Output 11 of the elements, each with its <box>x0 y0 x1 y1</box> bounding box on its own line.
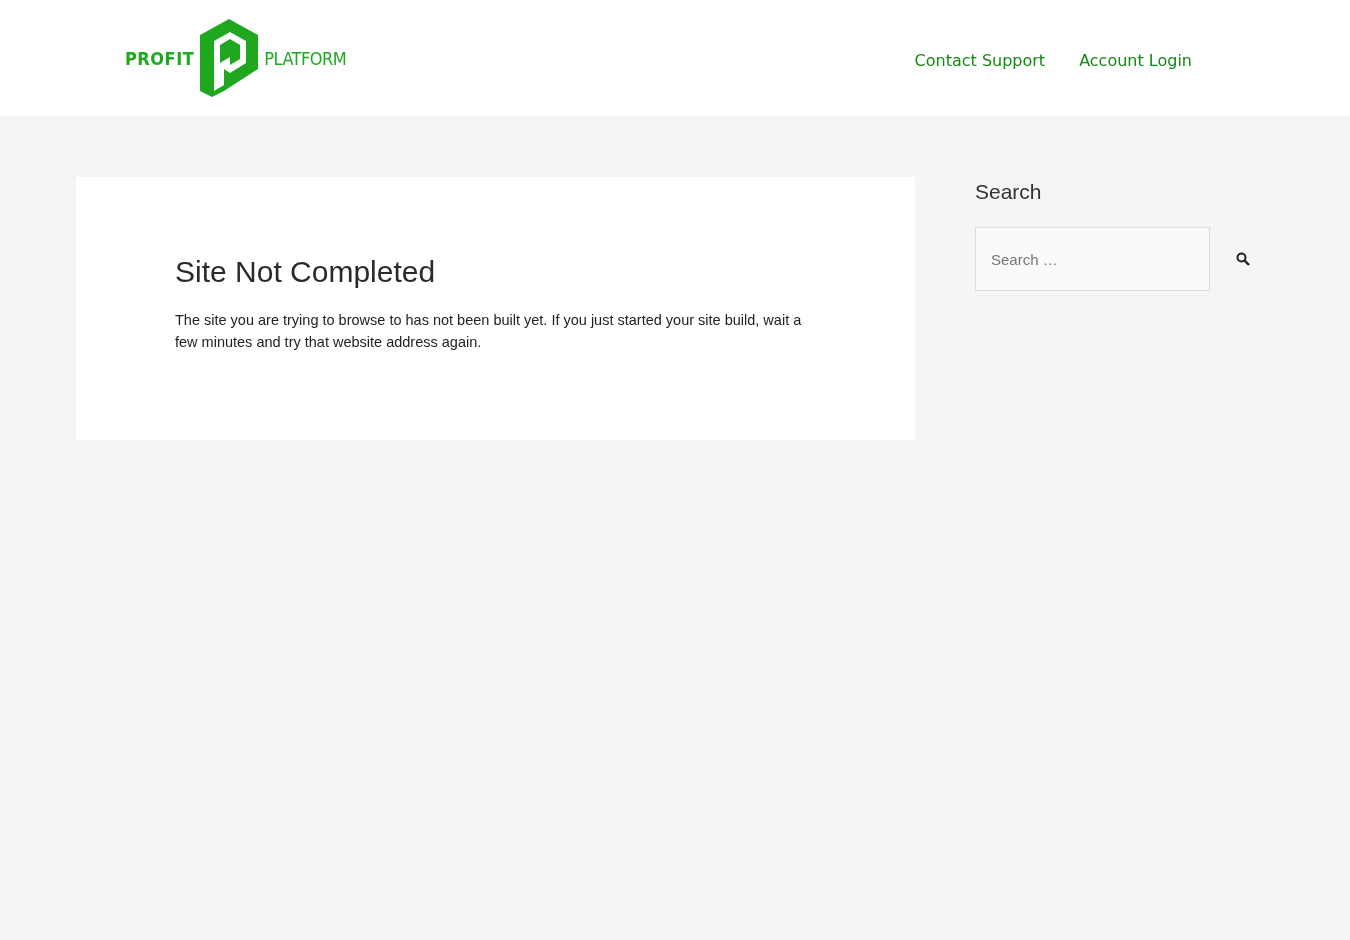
nav-link[interactable]: Contact Support <box>914 50 1046 70</box>
search-button[interactable] <box>1236 252 1250 266</box>
search-icon <box>1236 252 1250 266</box>
logo-icon <box>200 19 259 97</box>
logo-text: PROFIT <box>125 47 195 69</box>
logo-text: PLATFORM <box>264 47 347 69</box>
page-title: Site Not Completed <box>175 255 437 289</box>
body-text: The site you are trying to browse to has not been built yet. If you just started your site build, wait a few minutes and try that website address again. <box>175 311 803 352</box>
widget-heading: Search <box>975 180 1043 204</box>
search-field[interactable]: Search … <box>975 227 1210 291</box>
nav-link[interactable]: Account Login <box>1079 50 1192 70</box>
